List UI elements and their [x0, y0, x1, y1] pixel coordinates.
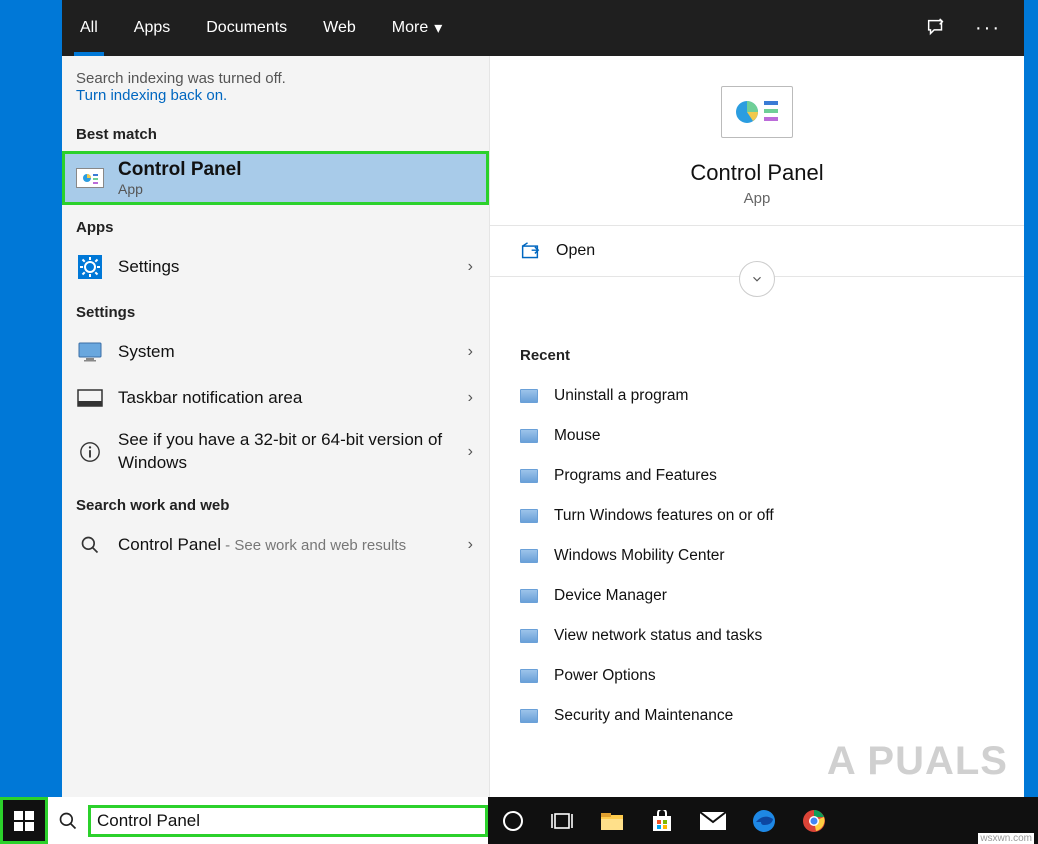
recent-item[interactable]: Turn Windows features on or off [520, 496, 994, 536]
panel-icon [520, 509, 538, 523]
preview-subtitle: App [514, 190, 1000, 207]
info-icon [76, 438, 104, 466]
result-control-panel[interactable]: Control Panel App [62, 151, 489, 205]
taskbar-icon [76, 384, 104, 412]
web-query: Control Panel [118, 535, 221, 554]
tab-more[interactable]: More▾ [374, 0, 460, 56]
search-input[interactable] [88, 805, 488, 837]
preview-title: Control Panel [514, 160, 1000, 186]
section-best-match: Best match [62, 112, 489, 151]
result-title: Control Panel [118, 159, 242, 180]
result-web-search[interactable]: Control Panel - See work and web results… [62, 522, 489, 568]
panel-icon [520, 709, 538, 723]
recent-header: Recent [520, 337, 994, 376]
panel-icon [520, 389, 538, 403]
recent-item[interactable]: Device Manager [520, 576, 994, 616]
turn-indexing-on-link[interactable]: Turn indexing back on. [76, 87, 227, 104]
chrome-icon[interactable] [802, 797, 826, 844]
open-label: Open [556, 242, 595, 260]
chevron-down-icon: ▾ [434, 18, 442, 38]
search-icon [76, 531, 104, 559]
search-preview-column: Control Panel App Open Recent Uninstall … [490, 56, 1024, 797]
result-title: See if you have a 32-bit or 64-bit versi… [118, 429, 454, 475]
chevron-right-icon: › [468, 258, 475, 276]
result-subtitle: App [118, 181, 475, 197]
chevron-right-icon: › [468, 443, 475, 461]
result-bit-version[interactable]: See if you have a 32-bit or 64-bit versi… [62, 421, 489, 483]
recent-item[interactable]: Mouse [520, 416, 994, 456]
panel-icon [520, 669, 538, 683]
feedback-icon[interactable] [914, 6, 958, 50]
panel-icon [520, 469, 538, 483]
tab-all[interactable]: All [62, 0, 116, 56]
result-settings[interactable]: Settings › [62, 244, 489, 290]
source-credit: wsxwn.com [978, 833, 1034, 844]
chevron-right-icon: › [468, 343, 475, 361]
microsoft-store-icon[interactable] [650, 797, 674, 844]
recent-item[interactable]: Power Options [520, 656, 994, 696]
recent-item[interactable]: Security and Maintenance [520, 696, 994, 736]
result-system[interactable]: System › [62, 329, 489, 375]
chevron-right-icon: › [468, 389, 475, 407]
windows-logo-icon [14, 811, 34, 831]
recent-item[interactable]: Windows Mobility Center [520, 536, 994, 576]
control-panel-large-icon [721, 86, 793, 138]
notice-text: Search indexing was turned off. [76, 70, 475, 87]
mail-icon[interactable] [700, 797, 726, 844]
recent-item[interactable]: Uninstall a program [520, 376, 994, 416]
taskbar-pinned-apps [488, 797, 826, 844]
result-title: Settings [118, 257, 454, 277]
result-title: System [118, 342, 454, 362]
expand-button[interactable] [739, 261, 775, 297]
open-icon [520, 242, 540, 260]
taskbar [0, 797, 1038, 844]
panel-icon [520, 589, 538, 603]
recent-item[interactable]: Programs and Features [520, 456, 994, 496]
control-panel-icon [76, 164, 104, 192]
panel-icon [520, 549, 538, 563]
cortana-icon[interactable] [502, 797, 524, 844]
preview-header: Control Panel App [490, 56, 1024, 226]
windows-search-panel: All Apps Documents Web More▾ ··· Search … [62, 0, 1024, 797]
recent-section: Recent Uninstall a program Mouse Program… [490, 327, 1024, 756]
indexing-notice: Search indexing was turned off. Turn ind… [62, 56, 489, 112]
tab-apps[interactable]: Apps [116, 0, 188, 56]
search-tabs-bar: All Apps Documents Web More▾ ··· [62, 0, 1024, 56]
start-button[interactable] [0, 797, 48, 844]
chevron-right-icon: › [468, 536, 475, 554]
edge-icon[interactable] [752, 797, 776, 844]
panel-icon [520, 429, 538, 443]
task-view-icon[interactable] [550, 797, 574, 844]
recent-item[interactable]: View network status and tasks [520, 616, 994, 656]
search-results-column: Search indexing was turned off. Turn ind… [62, 56, 490, 797]
more-options-icon[interactable]: ··· [966, 6, 1010, 50]
result-taskbar-notification[interactable]: Taskbar notification area › [62, 375, 489, 421]
tab-web[interactable]: Web [305, 0, 374, 56]
tab-documents[interactable]: Documents [188, 0, 305, 56]
section-apps: Apps [62, 205, 489, 244]
result-title: Taskbar notification area [118, 388, 454, 408]
web-suffix: - See work and web results [221, 537, 406, 554]
monitor-icon [76, 338, 104, 366]
section-search-web: Search work and web [62, 483, 489, 522]
file-explorer-icon[interactable] [600, 797, 624, 844]
search-icon [48, 811, 88, 831]
section-settings: Settings [62, 290, 489, 329]
panel-icon [520, 629, 538, 643]
settings-icon [76, 253, 104, 281]
taskbar-search [48, 797, 488, 844]
search-content: Search indexing was turned off. Turn ind… [62, 56, 1024, 797]
